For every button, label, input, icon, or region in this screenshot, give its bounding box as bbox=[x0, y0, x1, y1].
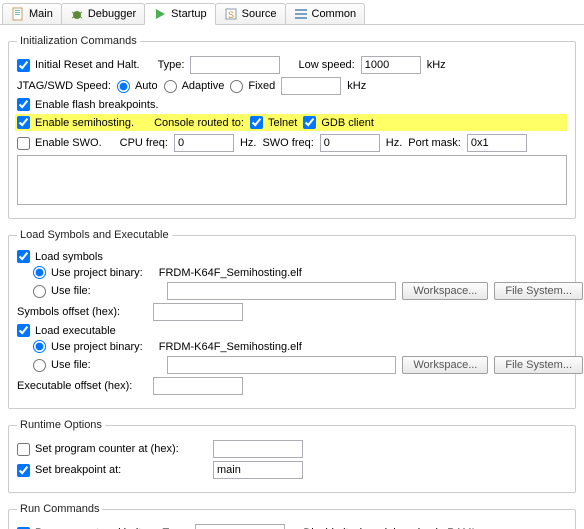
load-symbols-group: Load Symbols and Executable Load symbols… bbox=[8, 229, 576, 409]
type-label: Type: bbox=[158, 59, 185, 71]
exec-offset-label: Executable offset (hex): bbox=[17, 380, 147, 392]
console-routed-label: Console routed to: bbox=[154, 117, 244, 129]
use-file-sym-radio[interactable]: Use file: bbox=[33, 285, 161, 298]
low-speed-input[interactable] bbox=[361, 56, 421, 74]
tab-label: Debugger bbox=[88, 8, 136, 20]
tab-main[interactable]: Main bbox=[2, 3, 62, 24]
source-icon: S bbox=[224, 7, 238, 21]
hz-unit: Hz. bbox=[240, 137, 257, 149]
enable-flash-checkbox[interactable]: Enable flash breakpoints. bbox=[17, 98, 159, 111]
telnet-checkbox[interactable]: Telnet bbox=[250, 116, 297, 129]
tab-source[interactable]: S Source bbox=[215, 3, 286, 24]
tab-startup[interactable]: Startup bbox=[144, 3, 215, 25]
low-speed-label: Low speed: bbox=[298, 59, 354, 71]
workspace-button[interactable]: Workspace... bbox=[402, 356, 488, 374]
use-project-binary-exec-radio[interactable]: Use project binary: bbox=[33, 340, 143, 353]
init-commands-textarea[interactable] bbox=[17, 155, 567, 205]
initialization-commands-group: Initialization Commands Initial Reset an… bbox=[8, 35, 576, 219]
tab-label: Source bbox=[242, 8, 277, 20]
group-legend: Initialization Commands bbox=[17, 35, 140, 47]
tab-bar: Main Debugger Startup S Source Common bbox=[0, 0, 584, 25]
swo-freq-input[interactable] bbox=[320, 134, 380, 152]
tab-label: Common bbox=[312, 8, 357, 20]
tab-label: Startup bbox=[171, 8, 206, 20]
page-icon bbox=[11, 7, 25, 21]
khz-unit: kHz bbox=[427, 59, 446, 71]
gdb-client-checkbox[interactable]: GDB client bbox=[303, 116, 374, 129]
initial-reset-checkbox[interactable]: Initial Reset and Halt. bbox=[17, 59, 140, 72]
bp-input[interactable] bbox=[213, 461, 303, 479]
use-file-exec-radio[interactable]: Use file: bbox=[33, 359, 161, 372]
speed-fixed-radio[interactable]: Fixed bbox=[230, 80, 275, 93]
project-binary-exec-text: FRDM-K64F_Semihosting.elf bbox=[159, 341, 302, 353]
port-mask-label: Port mask: bbox=[408, 137, 461, 149]
group-legend: Run Commands bbox=[17, 503, 102, 515]
load-symbols-checkbox[interactable]: Load symbols bbox=[17, 250, 103, 263]
exec-offset-input[interactable] bbox=[153, 377, 243, 395]
enable-semihosting-checkbox[interactable]: Enable semihosting. bbox=[17, 116, 134, 129]
play-icon bbox=[153, 7, 167, 21]
set-bp-checkbox[interactable]: Set breakpoint at: bbox=[17, 464, 207, 477]
cpu-freq-label: CPU freq: bbox=[120, 137, 168, 149]
run-type-input[interactable] bbox=[195, 524, 285, 529]
speed-adaptive-radio[interactable]: Adaptive bbox=[164, 80, 225, 93]
enable-swo-checkbox[interactable]: Enable SWO. bbox=[17, 137, 102, 150]
sym-file-input[interactable] bbox=[167, 282, 396, 300]
tab-debugger[interactable]: Debugger bbox=[61, 3, 145, 24]
hz-unit: Hz. bbox=[386, 137, 403, 149]
symbols-offset-input[interactable] bbox=[153, 303, 243, 321]
jtag-speed-label: JTAG/SWD Speed: bbox=[17, 80, 111, 92]
file-system-button[interactable]: File System... bbox=[494, 282, 583, 300]
svg-text:S: S bbox=[228, 10, 234, 20]
runtime-options-group: Runtime Options Set program counter at (… bbox=[8, 419, 576, 493]
group-legend: Load Symbols and Executable bbox=[17, 229, 172, 241]
group-legend: Runtime Options bbox=[17, 419, 105, 431]
exec-file-input[interactable] bbox=[167, 356, 396, 374]
speed-auto-radio[interactable]: Auto bbox=[117, 80, 158, 93]
cpu-freq-input[interactable] bbox=[174, 134, 234, 152]
reset-type-input[interactable] bbox=[190, 56, 280, 74]
port-mask-input[interactable] bbox=[467, 134, 527, 152]
run-commands-group: Run Commands Pre-run reset and halt. Typ… bbox=[8, 503, 576, 529]
list-icon bbox=[294, 7, 308, 21]
swo-freq-label: SWO freq: bbox=[262, 137, 313, 149]
bug-icon bbox=[70, 7, 84, 21]
symbols-offset-label: Symbols offset (hex): bbox=[17, 306, 147, 318]
workspace-button[interactable]: Workspace... bbox=[402, 282, 488, 300]
use-project-binary-sym-radio[interactable]: Use project binary: bbox=[33, 266, 143, 279]
file-system-button[interactable]: File System... bbox=[494, 356, 583, 374]
fixed-speed-input[interactable] bbox=[281, 77, 341, 95]
tab-label: Main bbox=[29, 8, 53, 20]
khz-unit: kHz bbox=[347, 80, 366, 92]
tab-common[interactable]: Common bbox=[285, 3, 366, 24]
startup-panel: Initialization Commands Initial Reset an… bbox=[0, 25, 584, 529]
load-exec-checkbox[interactable]: Load executable bbox=[17, 324, 116, 337]
pc-input[interactable] bbox=[213, 440, 303, 458]
set-pc-checkbox[interactable]: Set program counter at (hex): bbox=[17, 443, 207, 456]
project-binary-sym-text: FRDM-K64F_Semihosting.elf bbox=[159, 267, 302, 279]
